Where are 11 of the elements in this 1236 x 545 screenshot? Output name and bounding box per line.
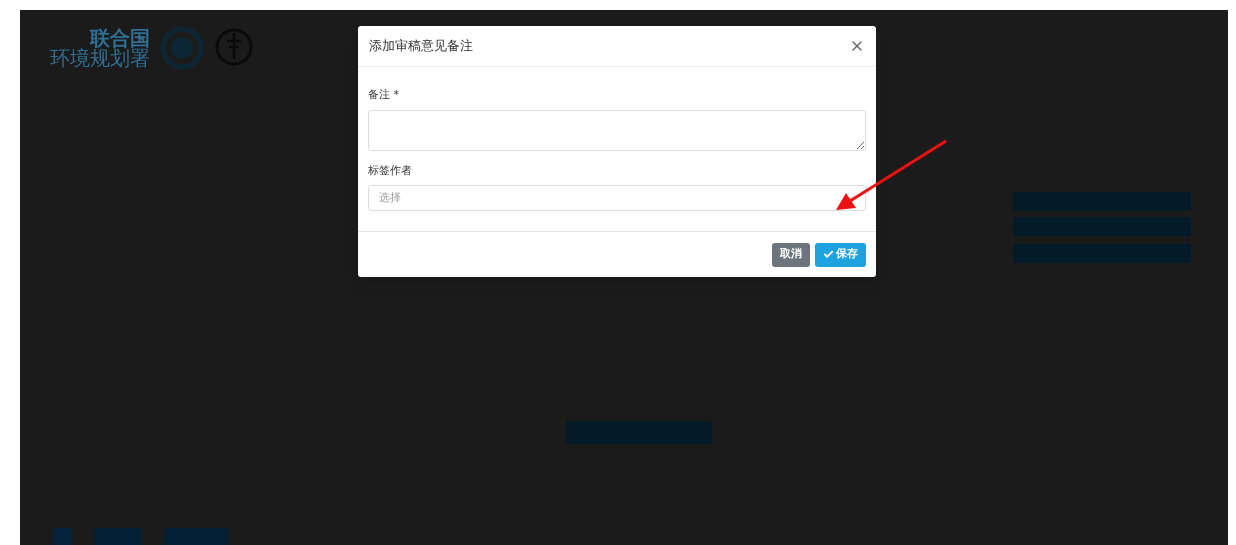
- dialog-title: 添加审稿意见备注: [369, 37, 473, 56]
- save-button[interactable]: 保存: [815, 242, 866, 267]
- check-icon: [823, 249, 834, 260]
- field-label: 备注 *: [368, 87, 400, 103]
- logo-text: 环境规划署: [50, 48, 150, 68]
- field-label: 标签作者: [368, 162, 413, 179]
- cancel-button[interactable]: 取消: [772, 242, 810, 267]
- emblem-icon: [160, 26, 204, 70]
- select-field[interactable]: 选择: [368, 185, 866, 211]
- note-field[interactable]: [368, 109, 866, 151]
- logo-text: 联合国: [90, 28, 150, 48]
